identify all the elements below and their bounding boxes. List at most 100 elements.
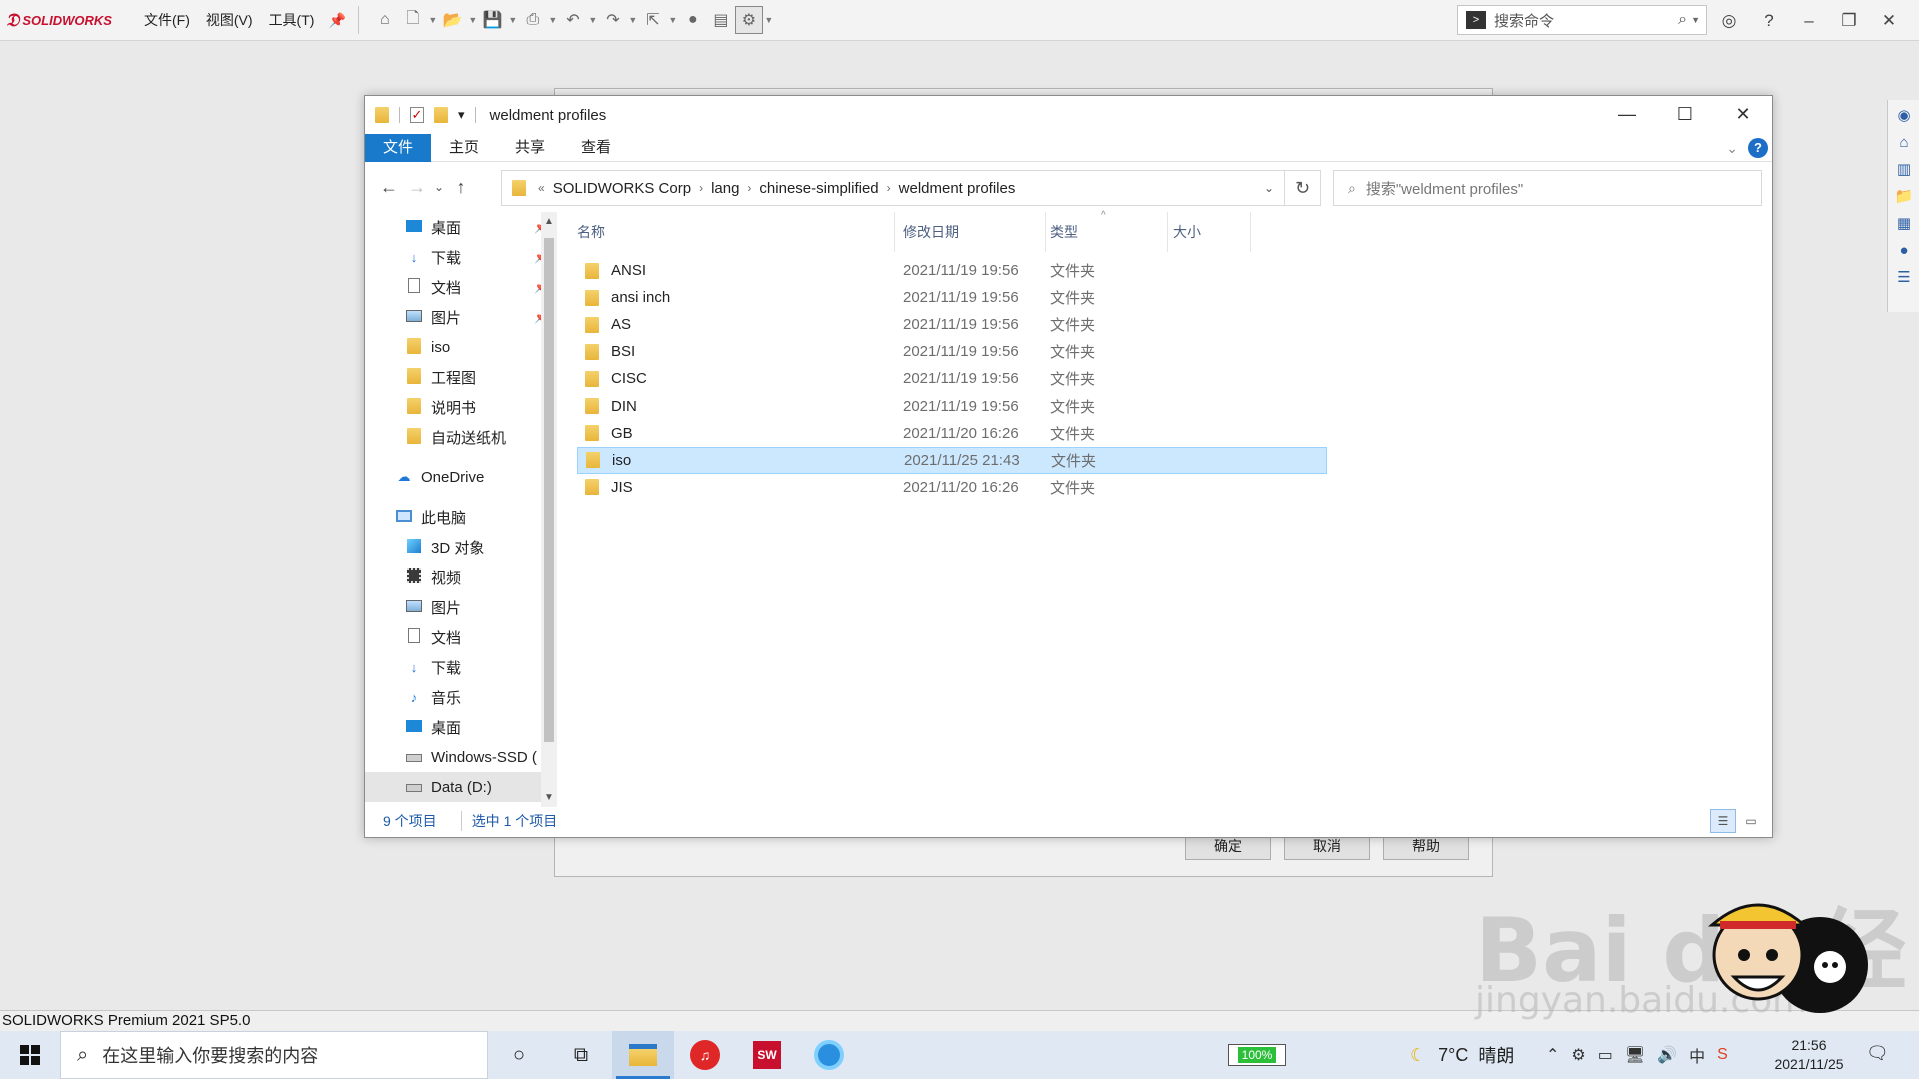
task-view-icon[interactable]: ⧉	[550, 1031, 612, 1079]
nav-item-pictures[interactable]: 图片📌	[365, 302, 557, 332]
close-icon[interactable]: ✕	[1869, 11, 1909, 31]
ime-indicator[interactable]: 中	[1689, 1043, 1705, 1067]
column-header-name[interactable]: 名称	[575, 212, 895, 252]
tray-app-icon[interactable]: ⚙	[1571, 1045, 1585, 1065]
nav-item-downloads[interactable]: ↓下载📌	[365, 242, 557, 272]
chevron-down-icon[interactable]: ▼	[547, 6, 559, 34]
menu-file[interactable]: 文件(F)	[144, 10, 190, 30]
refresh-icon[interactable]: ↻	[1285, 170, 1321, 206]
maximize-button[interactable]: ☐	[1656, 96, 1714, 134]
restore-icon[interactable]: ❐	[1829, 11, 1869, 31]
chevron-down-icon[interactable]: ⌄	[1264, 181, 1274, 195]
nav-item-pc-documents[interactable]: 文档	[365, 622, 557, 652]
taskbar-search[interactable]: ⌕ 在这里输入你要搜索的内容	[60, 1031, 488, 1079]
table-row[interactable]: CISC 2021/11/19 19:56 文件夹	[577, 365, 1327, 392]
nav-item-data-d[interactable]: Data (D:)	[365, 772, 557, 802]
nav-item-iso[interactable]: iso	[365, 332, 557, 362]
battery-icon[interactable]: ▭	[1598, 1045, 1613, 1065]
menu-view[interactable]: 视图(V)	[206, 10, 253, 30]
pin-icon[interactable]: 📌	[328, 12, 345, 29]
sogou-input-icon[interactable]: S	[1717, 1046, 1728, 1064]
notification-icon[interactable]: 🗨	[1866, 1043, 1889, 1064]
file-explorer-icon[interactable]: 📁	[1891, 184, 1917, 208]
table-row[interactable]: JIS 2021/11/20 16:26 文件夹	[577, 474, 1327, 501]
nav-item-this-pc[interactable]: 此电脑	[365, 502, 557, 532]
start-button[interactable]	[0, 1031, 60, 1079]
tab-share[interactable]: 共享	[497, 134, 563, 162]
save-icon[interactable]: 💾	[479, 6, 507, 34]
forward-icon[interactable]: →	[403, 177, 431, 198]
nav-scrollbar[interactable]: ▲ ▼	[541, 212, 557, 807]
select-icon[interactable]: ⇱	[639, 6, 667, 34]
close-button[interactable]: ✕	[1714, 96, 1772, 134]
solidworks-resources-icon[interactable]: ◉	[1891, 103, 1917, 127]
column-header-type[interactable]: 类型	[1048, 212, 1168, 252]
chevron-down-icon[interactable]: ▼	[763, 6, 775, 34]
tab-home[interactable]: 主页	[431, 134, 497, 162]
weather-widget[interactable]: ☾ 7°C 晴朗	[1410, 1031, 1514, 1079]
customize-dropdown-icon[interactable]: ▾	[458, 107, 465, 123]
new-folder-icon[interactable]	[434, 107, 448, 123]
chevron-down-icon[interactable]: ▼	[587, 6, 599, 34]
home-icon[interactable]: ⌂	[371, 6, 399, 34]
breadcrumb-overflow[interactable]: «	[538, 181, 545, 195]
breadcrumb-chinese-simplified[interactable]: chinese-simplified	[759, 180, 878, 197]
appearances-icon[interactable]: ●	[1891, 238, 1917, 262]
scrollbar-thumb[interactable]	[544, 238, 554, 742]
options-gear-icon[interactable]: ⚙	[734, 6, 763, 34]
design-library-icon[interactable]: ▥	[1891, 157, 1917, 181]
print-icon[interactable]: ⎙	[519, 6, 547, 34]
rebuild-icon[interactable]: ●	[679, 6, 707, 34]
nav-item-3d-objects[interactable]: 3D 对象	[365, 532, 557, 562]
new-document-icon[interactable]: 🗋	[399, 6, 427, 34]
expand-ribbon-icon[interactable]: ⌄	[1726, 140, 1738, 157]
nav-item-pc-desktop[interactable]: 桌面	[365, 712, 557, 742]
table-row[interactable]: ANSI 2021/11/19 19:56 文件夹	[577, 257, 1327, 284]
custom-properties-icon[interactable]: ☰	[1891, 265, 1917, 289]
chevron-up-icon[interactable]: ⌃	[1546, 1045, 1559, 1065]
back-icon[interactable]: ←	[375, 177, 403, 198]
breadcrumb-solidworks-corp[interactable]: SOLIDWORKS Corp	[553, 180, 691, 197]
chevron-right-icon[interactable]: ›	[887, 181, 891, 195]
nav-item-pc-downloads[interactable]: ↓ 下载	[365, 652, 557, 682]
properties-icon[interactable]: ✓	[410, 107, 424, 123]
nav-item-drawings[interactable]: 工程图	[365, 362, 557, 392]
user-icon[interactable]: ◎	[1709, 11, 1749, 31]
address-bar[interactable]: « SOLIDWORKS Corp › lang › chinese-simpl…	[501, 170, 1285, 206]
search-icon[interactable]: ⌕	[1678, 11, 1687, 29]
breadcrumb-lang[interactable]: lang	[711, 180, 739, 197]
cortana-icon[interactable]: ○	[488, 1031, 550, 1079]
file-properties-icon[interactable]: ▤	[707, 6, 735, 34]
undo-icon[interactable]: ↶	[559, 6, 587, 34]
chevron-down-icon[interactable]: ▼	[427, 6, 439, 34]
chevron-down-icon[interactable]: ▼	[507, 6, 519, 34]
tab-view[interactable]: 查看	[563, 134, 629, 162]
nav-item-videos[interactable]: 视频	[365, 562, 557, 592]
taskbar-solidworks[interactable]: SW	[736, 1031, 798, 1079]
tab-file[interactable]: 文件	[365, 133, 432, 162]
command-search-box[interactable]: > 搜索命令 ⌕ ▼	[1457, 5, 1707, 35]
nav-item-manual[interactable]: 说明书	[365, 392, 557, 422]
minimize-icon[interactable]: –	[1789, 11, 1829, 31]
up-icon[interactable]: ↑	[447, 177, 475, 198]
nav-item-onedrive[interactable]: ☁ OneDrive	[365, 462, 557, 492]
table-row[interactable]: DIN 2021/11/19 19:56 文件夹	[577, 393, 1327, 420]
nav-item-auto-feeder[interactable]: 自动送纸机	[365, 422, 557, 452]
menu-tools[interactable]: 工具(T)	[269, 10, 315, 30]
table-row[interactable]: BSI 2021/11/19 19:56 文件夹	[577, 338, 1327, 365]
column-header-date[interactable]: 修改日期	[901, 212, 1046, 252]
details-view-icon[interactable]: ☰	[1710, 809, 1736, 833]
volume-icon[interactable]: 🔊	[1657, 1045, 1677, 1065]
solidworks-logo[interactable]: 𝔇 SOLIDWORKS	[6, 10, 136, 31]
nav-item-music[interactable]: ♪ 音乐	[365, 682, 557, 712]
search-input[interactable]: ⌕ 搜索"weldment profiles"	[1333, 170, 1762, 206]
home-icon[interactable]: ⌂	[1891, 130, 1917, 154]
breadcrumb-weldment-profiles[interactable]: weldment profiles	[899, 180, 1016, 197]
chevron-right-icon[interactable]: ›	[747, 181, 751, 195]
minimize-button[interactable]: —	[1598, 96, 1656, 134]
nav-item-windows-ssd[interactable]: Windows-SSD (	[365, 742, 557, 772]
chevron-down-icon[interactable]: ▼	[1691, 15, 1700, 25]
chevron-down-icon[interactable]: ▼	[667, 6, 679, 34]
clock[interactable]: 21:56 2021/11/25	[1764, 1036, 1854, 1074]
recent-locations-icon[interactable]: ⌄	[431, 180, 447, 194]
